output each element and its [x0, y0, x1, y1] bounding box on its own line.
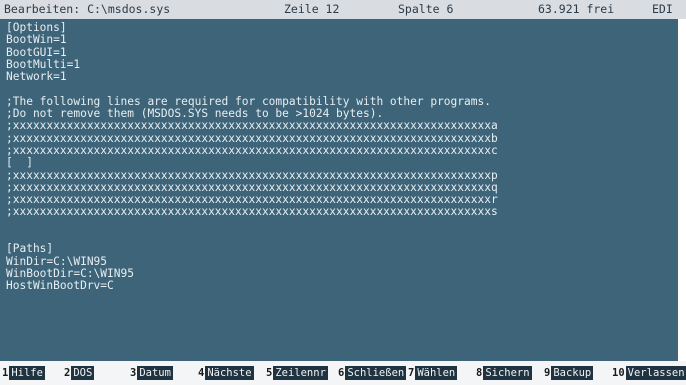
editor-line[interactable] — [6, 219, 682, 231]
fkey-3[interactable]: 3 Datum — [130, 361, 173, 385]
editor-line[interactable]: ;xxxxxxxxxxxxxxxxxxxxxxxxxxxxxxxxxxxxxxx… — [6, 144, 682, 157]
free-memory-indicator: 63.921 frei — [538, 2, 615, 16]
editor-line[interactable]: ;xxxxxxxxxxxxxxxxxxxxxxxxxxxxxxxxxxxxxxx… — [6, 120, 682, 133]
editor-line[interactable]: [ ] — [6, 156, 682, 169]
fkey-label: Zeilennr — [273, 366, 328, 380]
fkey-4[interactable]: 4 Nächste — [198, 361, 254, 385]
editor-line[interactable]: [Paths] — [6, 243, 682, 256]
fkey-number: 9 — [544, 367, 551, 379]
fkey-number: 2 — [64, 367, 71, 379]
status-bar: Bearbeiten: C:\msdos.sys Zeile 12 Spalte… — [0, 0, 686, 19]
editor-screen: Bearbeiten: C:\msdos.sys Zeile 12 Spalte… — [0, 0, 686, 385]
fkey-label: Backup — [551, 366, 594, 380]
fkey-label: Wählen — [415, 366, 458, 380]
fkey-number: 1 — [2, 367, 9, 379]
fkey-10[interactable]: 10 Verlassen — [612, 361, 686, 385]
function-key-bar: 1 Hilfe 2 DOS 3 Datum 4 Nächste 5 Zeilennr 6 Schlie… — [0, 361, 686, 385]
fkey-label: Nächste — [205, 366, 254, 380]
fkey-9[interactable]: 9 Backup — [544, 361, 594, 385]
fkey-number: 4 — [198, 367, 205, 379]
insert-mode-indicator: EDI — [652, 2, 673, 16]
column-indicator: Spalte 6 — [398, 2, 454, 16]
editor-line[interactable]: BootMulti=1 — [6, 58, 682, 71]
editor-line[interactable]: BootGUI=1 — [6, 46, 682, 59]
fkey-label: Schließen — [345, 366, 407, 380]
editor-line[interactable]: [Options] — [6, 22, 682, 34]
fkey-label: Datum — [137, 366, 173, 380]
fkey-label: Hilfe — [9, 366, 45, 380]
fkey-label: Sichern — [483, 366, 532, 380]
editor-line[interactable]: Network=1 — [6, 70, 682, 83]
editor-line[interactable]: ;xxxxxxxxxxxxxxxxxxxxxxxxxxxxxxxxxxxxxxx… — [6, 206, 682, 219]
editor-line[interactable] — [6, 83, 682, 95]
fkey-number: 7 — [408, 367, 415, 379]
fkey-2[interactable]: 2 DOS — [64, 361, 95, 385]
fkey-label: Verlassen — [625, 366, 686, 380]
text-editor-area[interactable]: [Options] BootWin=1 BootGUI=1 BootMulti=1 Ne… — [6, 22, 682, 352]
editor-line[interactable] — [6, 231, 682, 243]
editor-line[interactable]: HostWinBootDrv=C — [6, 279, 682, 292]
fkey-8[interactable]: 8 Sichern — [476, 361, 532, 385]
fkey-number: 10 — [612, 367, 625, 379]
fkey-5[interactable]: 5 Zeilennr — [266, 361, 328, 385]
fkey-number: 3 — [130, 367, 137, 379]
fkey-label: DOS — [71, 366, 95, 380]
fkey-number: 6 — [338, 367, 345, 379]
fkey-number: 8 — [476, 367, 483, 379]
file-mode-label: Bearbeiten: C:\msdos.sys — [4, 2, 171, 16]
editor-line[interactable]: BootWin=1 — [6, 33, 682, 46]
fkey-number: 5 — [266, 367, 273, 379]
fkey-1[interactable]: 1 Hilfe — [2, 361, 45, 385]
fkey-6[interactable]: 6 Schließen — [338, 361, 407, 385]
scrollbar[interactable] — [678, 19, 686, 361]
editor-line[interactable]: ;xxxxxxxxxxxxxxxxxxxxxxxxxxxxxxxxxxxxxxx… — [6, 169, 682, 182]
line-indicator: Zeile 12 — [284, 2, 340, 16]
fkey-7[interactable]: 7 Wählen — [408, 361, 458, 385]
